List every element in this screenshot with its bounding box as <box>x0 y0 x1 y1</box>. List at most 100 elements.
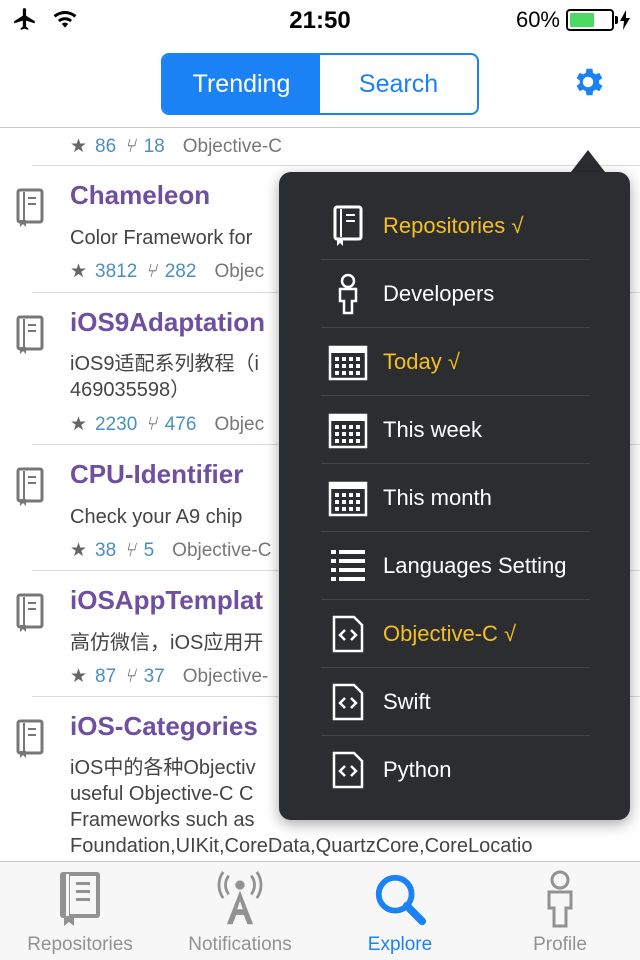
person-icon <box>532 868 588 930</box>
repo-meta: ★ 87 ⑂ 37 Objective- <box>70 665 268 688</box>
charging-bolt-icon <box>620 10 630 30</box>
tab-label: Notifications <box>188 934 292 955</box>
repo-name[interactable]: iOS9Adaptation <box>70 307 265 338</box>
repo-description: iOS中的各种Objectiv <box>70 757 256 779</box>
menu-item-label: Repositories √ <box>383 212 524 238</box>
calendar-icon <box>325 339 371 385</box>
repo-language: Objective-C <box>172 539 272 561</box>
fork-icon: ⑂ <box>124 539 136 561</box>
fork-icon: ⑂ <box>124 135 136 157</box>
repo-name[interactable]: iOS-Categories <box>70 711 258 742</box>
repo-book-icon <box>16 315 44 354</box>
fork-count: 476 <box>164 413 197 435</box>
repo-book-icon <box>16 188 44 227</box>
list-item[interactable]: ★ 86 ⑂ 18 Objective-C <box>32 129 640 166</box>
tab-bar: Repositories Notifications Explore Profi… <box>0 861 640 960</box>
repo-name[interactable]: iOSAppTemplat <box>70 585 263 616</box>
person-icon <box>325 271 371 317</box>
menu-item-swift[interactable]: Swift <box>321 668 590 736</box>
menu-item-developers[interactable]: Developers <box>321 260 590 328</box>
fork-count: 5 <box>143 539 155 561</box>
fork-icon: ⑂ <box>145 413 157 435</box>
status-bar: 21:50 60% <box>0 0 640 40</box>
tab-label: Explore <box>367 934 433 955</box>
fork-icon: ⑂ <box>145 260 157 282</box>
repo-meta: ★ 38 ⑂ 5 Objective-C <box>70 539 271 562</box>
menu-item-python[interactable]: Python <box>321 736 590 804</box>
fork-count: 37 <box>143 665 165 687</box>
repo-name[interactable]: CPU-Identifier <box>70 459 243 490</box>
book-icon <box>52 868 108 930</box>
menu-item-label: Languages Setting <box>383 552 567 578</box>
repo-book-icon <box>325 203 371 249</box>
menu-item-repositories[interactable]: Repositories √ <box>321 192 590 260</box>
menu-item-label: Objective-C √ <box>383 620 517 646</box>
battery-fill <box>570 13 594 27</box>
menu-arrow <box>571 150 605 172</box>
code-file-icon <box>325 679 371 725</box>
segmented-control: Trending Search <box>161 53 479 115</box>
fork-icon: ⑂ <box>124 665 136 687</box>
nav-bar: Trending Search <box>0 40 640 128</box>
filter-menu: Repositories √ Developers Today √ This w… <box>279 172 630 820</box>
tab-repositories[interactable]: Repositories <box>0 862 160 960</box>
menu-item-objective-c[interactable]: Objective-C √ <box>321 600 590 668</box>
segment-search[interactable]: Search <box>320 55 477 113</box>
calendar-icon <box>325 407 371 453</box>
menu-item-label: This week <box>383 416 483 442</box>
menu-item-label: Python <box>383 757 452 782</box>
menu-item-languages-setting[interactable]: Languages Setting <box>321 532 590 600</box>
repo-book-icon <box>16 467 44 506</box>
calendar-icon <box>325 475 371 521</box>
repo-description-line3: Frameworks such as <box>70 809 255 831</box>
tab-notifications[interactable]: Notifications <box>160 862 320 960</box>
list-icon <box>325 543 371 589</box>
star-icon: ★ <box>70 540 88 561</box>
battery-percent: 60% <box>515 7 560 32</box>
repo-description: Check your A9 chip <box>70 506 243 528</box>
code-file-icon <box>325 747 371 793</box>
star-count: 38 <box>95 539 117 561</box>
repo-language: Objec <box>214 413 265 435</box>
tab-label: Profile <box>533 934 587 955</box>
repo-meta: ★ 86 ⑂ 18 Objective-C <box>70 135 282 158</box>
gear-icon[interactable] <box>570 64 606 100</box>
repo-book-icon <box>16 719 44 758</box>
repo-meta: ★ 3812 ⑂ 282 Objec <box>70 260 264 283</box>
search-icon <box>372 868 428 930</box>
menu-item-this-month[interactable]: This month <box>321 464 590 532</box>
star-icon: ★ <box>70 414 88 435</box>
menu-item-this-week[interactable]: This week <box>321 396 590 464</box>
tab-profile[interactable]: Profile <box>480 862 640 960</box>
repo-description-line2: useful Objective-C C <box>70 783 254 805</box>
repo-meta: ★ 2230 ⑂ 476 Objec <box>70 413 264 436</box>
fork-count: 18 <box>143 135 165 157</box>
menu-item-today[interactable]: Today √ <box>321 328 590 396</box>
tab-label: Repositories <box>27 934 133 955</box>
repo-description-line4: Foundation,UIKit,CoreData,QuartzCore,Cor… <box>70 835 533 857</box>
menu-item-label: Developers <box>383 280 495 306</box>
repo-description: 高仿微信，iOS应用开 <box>70 632 264 654</box>
repo-language: Objec <box>214 260 265 282</box>
battery-icon <box>566 9 618 31</box>
repo-name[interactable]: Chameleon <box>70 180 210 211</box>
star-count: 87 <box>95 665 117 687</box>
status-right: 60% <box>516 7 630 33</box>
repo-description: iOS9适配系列教程（i <box>70 353 259 375</box>
repo-description-line2: 469035598） <box>70 379 191 401</box>
star-icon: ★ <box>70 666 88 687</box>
repo-language: Objective-C <box>182 135 282 157</box>
star-count: 86 <box>95 135 117 157</box>
antenna-icon <box>212 868 268 930</box>
repo-description: Color Framework for <box>70 227 253 249</box>
tab-explore[interactable]: Explore <box>320 862 480 960</box>
repo-language: Objective- <box>182 665 269 687</box>
star-count: 2230 <box>95 413 138 435</box>
star-icon: ★ <box>70 261 88 282</box>
fork-count: 282 <box>164 260 197 282</box>
menu-item-label: Swift <box>383 688 431 714</box>
menu-item-label: This month <box>383 484 492 510</box>
repo-book-icon <box>16 593 44 632</box>
code-file-icon <box>325 611 371 657</box>
segment-trending[interactable]: Trending <box>163 55 320 113</box>
